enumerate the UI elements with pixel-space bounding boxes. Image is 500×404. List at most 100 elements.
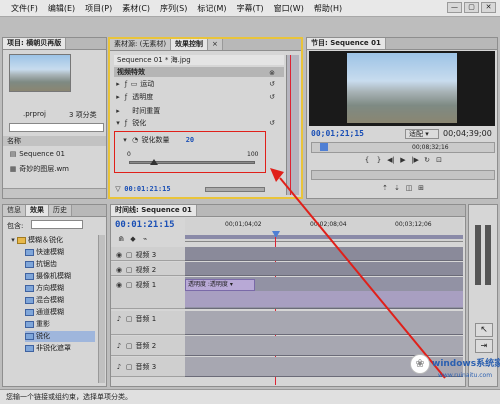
lock-icon[interactable]: ▢ xyxy=(125,342,133,350)
track-header-video3[interactable]: ◉ ▢ 视频 3 xyxy=(111,247,185,261)
menu-title[interactable]: 字幕(T) xyxy=(232,3,269,14)
speaker-icon[interactable]: ♪ xyxy=(115,315,123,323)
program-ruler[interactable]: 00;08;32;16 xyxy=(311,142,495,153)
track-lane-video3[interactable] xyxy=(185,247,463,261)
track-header-video2[interactable]: ◉ ▢ 视频 2 xyxy=(111,262,185,276)
menu-sequence[interactable]: 序列(S) xyxy=(155,3,192,14)
safe-margin-icon[interactable]: ⊡ xyxy=(435,156,443,164)
tab-effect-controls[interactable]: 效果控制 xyxy=(171,39,209,50)
clip-opacity-label[interactable]: 透明度 :透明度 ▾ xyxy=(185,279,255,291)
collapse-arrow-icon[interactable]: ▾ xyxy=(121,136,129,144)
step-back-icon[interactable]: ◀| xyxy=(387,156,395,164)
menu-help[interactable]: 帮助(H) xyxy=(309,3,347,14)
mark-in-icon[interactable]: { xyxy=(363,156,371,164)
effect-timecode[interactable]: 00:01:21:15 xyxy=(124,185,170,193)
tree-item[interactable]: 混合模糊 xyxy=(25,295,64,306)
export-frame-icon[interactable]: ⊞ xyxy=(417,184,425,192)
tree-item[interactable]: 方向模糊 xyxy=(25,283,64,294)
reset-icon[interactable]: ↺ xyxy=(268,119,276,127)
video-clip-body[interactable] xyxy=(185,291,463,307)
speaker-icon[interactable]: ♪ xyxy=(115,363,123,371)
tab-info[interactable]: 信息 xyxy=(3,205,26,216)
minimize-button[interactable]: — xyxy=(447,2,462,13)
effects-scrollbar[interactable] xyxy=(98,235,105,383)
collapse-arrow-icon[interactable]: ▾ xyxy=(9,236,17,244)
step-forward-icon[interactable]: |▶ xyxy=(411,156,419,164)
link-icon[interactable]: ⌁ xyxy=(141,235,149,243)
effect-mini-timeline[interactable] xyxy=(286,55,299,195)
work-area-bar[interactable] xyxy=(185,235,463,239)
sharpen-amount-value[interactable]: 20 xyxy=(186,136,194,144)
sharpen-slider-thumb[interactable] xyxy=(150,159,159,165)
menu-clip[interactable]: 素材(C) xyxy=(117,3,155,14)
stopwatch-icon[interactable]: ◔ xyxy=(131,136,139,144)
mark-out-icon[interactable]: } xyxy=(375,156,383,164)
project-column-header[interactable]: 名称 xyxy=(3,136,106,146)
shuttle-bar[interactable] xyxy=(311,170,495,180)
lock-icon[interactable]: ▢ xyxy=(125,266,133,274)
lift-icon[interactable]: ⇡ xyxy=(381,184,389,192)
menu-project[interactable]: 项目(P) xyxy=(80,3,117,14)
tab-close[interactable]: × xyxy=(208,39,223,50)
snap-icon[interactable]: ⋒ xyxy=(117,235,125,243)
expand-arrow-icon[interactable]: ▸ xyxy=(114,80,122,88)
timeline-timecode[interactable]: 00:01:21:15 xyxy=(115,220,175,230)
tab-source[interactable]: 素材源: (无素材) xyxy=(110,39,172,50)
program-playhead[interactable] xyxy=(320,143,328,151)
lock-icon[interactable]: ▢ xyxy=(125,363,133,371)
tab-effects[interactable]: 效果 xyxy=(26,205,49,216)
track-header-audio2[interactable]: ♪ ▢ 音频 2 xyxy=(111,336,185,356)
maximize-button[interactable]: ▢ xyxy=(464,2,479,13)
menu-marker[interactable]: 标记(M) xyxy=(192,3,231,14)
program-timecode-left[interactable]: 00;01;21;15 xyxy=(311,129,364,138)
track-lane-video1[interactable]: 透明度 :透明度 ▾ xyxy=(185,277,463,309)
loop-icon[interactable]: ↻ xyxy=(423,156,431,164)
menu-file[interactable]: 文件(F) xyxy=(6,3,43,14)
fx-row-sharpen[interactable]: ▾ ƒ 锐化 xyxy=(114,118,284,128)
marker-icon[interactable]: ◆ xyxy=(129,235,137,243)
tree-item[interactable]: 通道模糊 xyxy=(25,307,64,318)
menu-window[interactable]: 窗口(W) xyxy=(269,3,309,14)
eye-icon[interactable]: ◉ xyxy=(115,281,123,289)
tab-program[interactable]: 节目: Sequence 01 xyxy=(307,38,386,49)
tree-item[interactable]: 快速模糊 xyxy=(25,247,64,258)
effects-search-input[interactable] xyxy=(31,220,83,229)
project-item-sequence[interactable]: ▤ Sequence 01 xyxy=(9,150,65,158)
tab-project[interactable]: 项目: 横朝贝再版 xyxy=(3,38,67,49)
close-button[interactable]: ✕ xyxy=(481,2,496,13)
tree-item[interactable]: 重影 xyxy=(25,319,50,330)
fx-row-time-remap[interactable]: ▸ 时间重置 xyxy=(114,105,284,116)
toggle-icon[interactable]: ⊗ xyxy=(268,69,276,77)
lock-icon[interactable]: ▢ xyxy=(125,251,133,259)
tab-timeline[interactable]: 时间线: Sequence 01 xyxy=(111,205,197,216)
tree-item-selected[interactable]: 锐化 xyxy=(25,331,95,342)
fx-row-motion[interactable]: ▸ ƒ ▭ 运动 xyxy=(114,79,284,89)
eye-icon[interactable]: ◉ xyxy=(115,251,123,259)
selection-tool-icon[interactable]: ↖ xyxy=(475,323,493,337)
speaker-icon[interactable]: ♪ xyxy=(115,342,123,350)
reset-icon[interactable]: ↺ xyxy=(268,80,276,88)
lock-icon[interactable]: ▢ xyxy=(125,281,133,289)
sharpen-slider-track[interactable] xyxy=(129,161,255,164)
timeline-ruler[interactable]: 00;01;04;02 00;02;08;04 00;03;12;06 xyxy=(185,218,463,242)
project-search-input[interactable] xyxy=(9,123,104,132)
trim-icon[interactable]: ◫ xyxy=(405,184,413,192)
fit-dropdown[interactable]: 适配 ▾ xyxy=(405,129,439,139)
expand-arrow-icon[interactable]: ▸ xyxy=(114,107,122,115)
menu-edit[interactable]: 编辑(E) xyxy=(43,3,80,14)
tree-folder-blur-sharpen[interactable]: ▾ 模糊＆锐化 xyxy=(9,235,63,246)
lock-icon[interactable]: ▢ xyxy=(125,315,133,323)
tree-item[interactable]: 摄像机模糊 xyxy=(25,271,71,282)
reset-icon[interactable]: ↺ xyxy=(268,93,276,101)
eye-icon[interactable]: ◉ xyxy=(115,266,123,274)
expand-arrow-icon[interactable]: ▸ xyxy=(114,93,122,101)
zoom-slider[interactable] xyxy=(205,187,265,192)
track-lane-video2[interactable] xyxy=(185,262,463,276)
track-lane-audio1[interactable] xyxy=(185,311,463,335)
tree-item[interactable]: 非锐化遮罩 xyxy=(25,343,71,354)
track-header-video1[interactable]: ◉ ▢ 视频 1 xyxy=(111,277,185,309)
sharpen-amount-row[interactable]: ▾ ◔ 锐化数量 20 xyxy=(121,135,194,145)
play-icon[interactable]: ▶ xyxy=(399,156,407,164)
track-header-audio3[interactable]: ♪ ▢ 音频 3 xyxy=(111,357,185,377)
track-header-audio1[interactable]: ♪ ▢ 音频 1 xyxy=(111,311,185,335)
